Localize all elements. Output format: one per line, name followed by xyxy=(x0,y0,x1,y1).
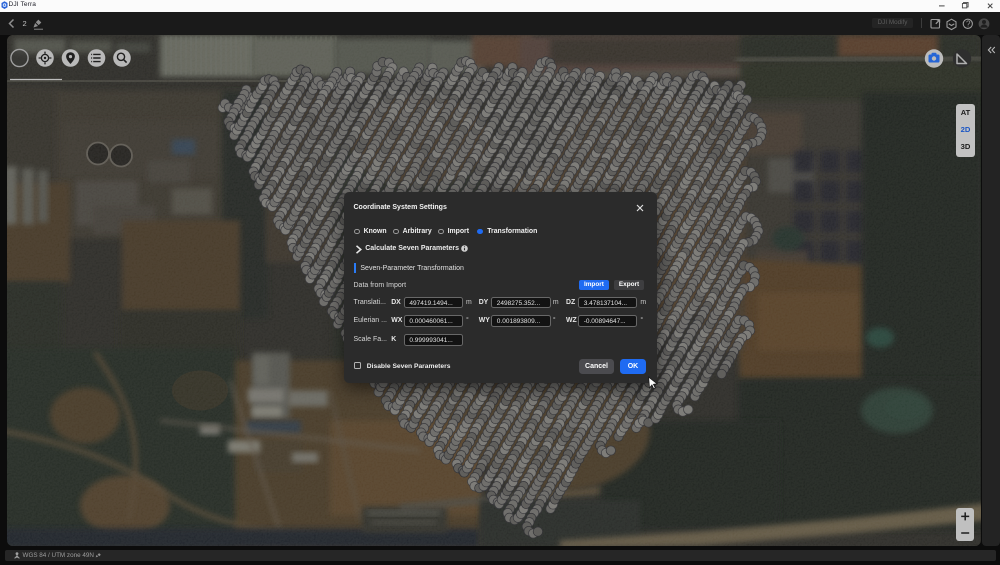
svg-text:?: ? xyxy=(966,19,971,28)
